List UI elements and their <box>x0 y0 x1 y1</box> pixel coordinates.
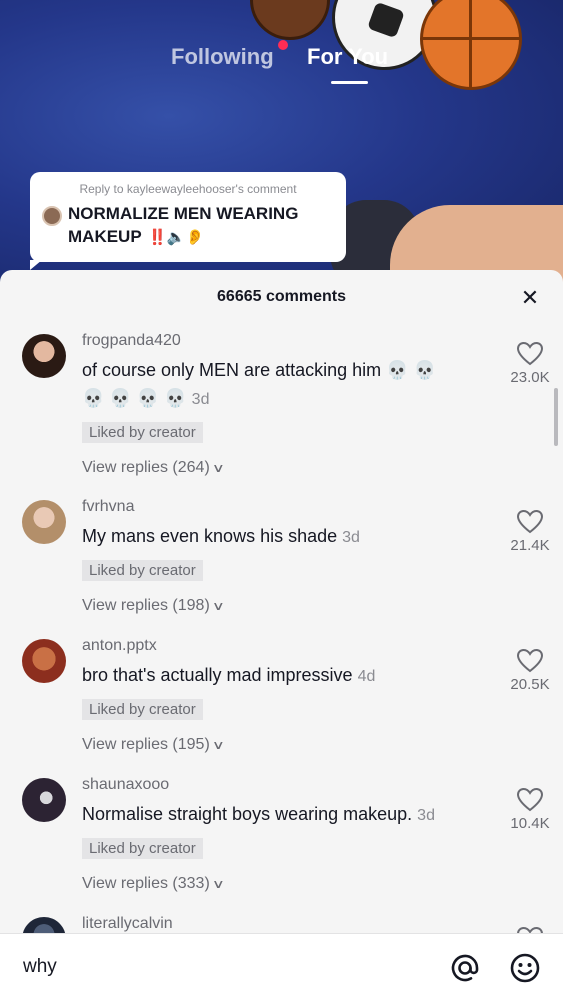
avatar[interactable] <box>22 334 66 378</box>
comments-header: 66665 comments ✕ <box>0 270 563 324</box>
chevron-down-icon: ∨ <box>211 738 225 752</box>
reply-header: Reply to kayleewayleehooser's comment <box>79 182 297 196</box>
feed-tabs: Following For You <box>0 40 563 84</box>
comment-username[interactable]: fvrhvna <box>82 498 482 516</box>
heart-icon <box>517 649 543 673</box>
like-count: 10.4K <box>510 815 550 832</box>
football-graphic <box>250 0 330 40</box>
avatar[interactable] <box>22 778 66 822</box>
liked-by-creator-badge: Liked by creator <box>82 699 203 720</box>
reply-avatar <box>42 206 62 226</box>
scrollbar[interactable] <box>554 388 558 446</box>
view-replies-label: View replies (333) <box>82 875 210 892</box>
comment-count: 66665 comments <box>217 288 346 305</box>
chevron-down-icon: ∨ <box>211 877 225 891</box>
avatar[interactable] <box>22 500 66 544</box>
comment-time: 3d <box>191 391 210 408</box>
comments-sheet: 66665 comments ✕ frogpanda420 of course … <box>0 270 563 1000</box>
like-count: 21.4K <box>510 537 550 554</box>
reply-emojis: ‼️🔈👂 <box>148 229 205 246</box>
comment-text-line: bro that's actually mad impressive <box>82 665 353 685</box>
like-count: 20.5K <box>510 676 550 693</box>
emoji-icon[interactable] <box>510 953 540 983</box>
comment-text-line: 💀 💀 💀 💀 <box>82 388 187 408</box>
tab-for-you[interactable]: For You <box>307 44 388 70</box>
comment-text: of course only MEN are attacking him 💀 💀… <box>82 356 482 414</box>
liked-by-creator-badge: Liked by creator <box>82 838 203 859</box>
avatar[interactable] <box>22 639 66 683</box>
notification-dot <box>278 40 288 50</box>
chevron-down-icon: ∨ <box>211 461 225 475</box>
comment-text: Normalise straight boys wearing makeup. … <box>82 800 482 830</box>
reply-comment-sticker[interactable]: Reply to kayleewayleehooser's comment NO… <box>30 172 346 270</box>
comment-input-bar <box>0 933 563 1000</box>
chevron-down-icon: ∨ <box>211 599 225 613</box>
view-replies-label: View replies (195) <box>82 736 210 753</box>
liked-by-creator-badge: Liked by creator <box>82 560 203 581</box>
comment-username[interactable]: literallycalvin <box>82 915 482 933</box>
reply-text: NORMALIZE MEN WEARING MAKEUP ‼️🔈👂 <box>68 202 334 249</box>
view-replies-label: View replies (264) <box>82 459 210 476</box>
view-replies-link[interactable]: View replies (333) ∨ <box>82 875 225 893</box>
comment-text: My mans even knows his shade 3d <box>82 522 482 552</box>
comment-text-line: of course only MEN are attacking him 💀 💀 <box>82 360 436 380</box>
comment-time: 4d <box>357 668 376 685</box>
liked-by-creator-badge: Liked by creator <box>82 422 203 443</box>
comment-text: bro that's actually mad impressive 4d <box>82 661 482 691</box>
tab-following[interactable]: Following <box>171 44 274 70</box>
comment-text-line: Normalise straight boys wearing makeup. <box>82 804 413 824</box>
like-count: 23.0K <box>510 369 550 386</box>
comment-input[interactable] <box>23 956 403 978</box>
view-replies-link[interactable]: View replies (264) ∨ <box>82 459 225 477</box>
close-icon[interactable]: ✕ <box>518 286 542 310</box>
like-button[interactable]: 10.4K <box>502 788 558 832</box>
like-button[interactable]: 23.0K <box>502 342 558 386</box>
like-button[interactable]: 20.5K <box>502 649 558 693</box>
heart-icon <box>517 510 543 534</box>
comment-username[interactable]: anton.pptx <box>82 637 482 655</box>
comment-text-line: My mans even knows his shade <box>82 526 338 546</box>
view-replies-link[interactable]: View replies (195) ∨ <box>82 736 225 754</box>
comment-username[interactable]: frogpanda420 <box>82 332 482 350</box>
view-replies-link[interactable]: View replies (198) ∨ <box>82 597 225 615</box>
comment-username[interactable]: shaunaxooo <box>82 776 482 794</box>
comment-time: 3d <box>417 807 435 824</box>
view-replies-label: View replies (198) <box>82 597 210 614</box>
active-tab-indicator <box>331 81 368 84</box>
heart-icon <box>517 788 543 812</box>
at-mention-icon[interactable] <box>450 953 480 983</box>
heart-icon <box>517 342 543 366</box>
like-button[interactable]: 21.4K <box>502 510 558 554</box>
comment-time: 3d <box>342 529 360 546</box>
